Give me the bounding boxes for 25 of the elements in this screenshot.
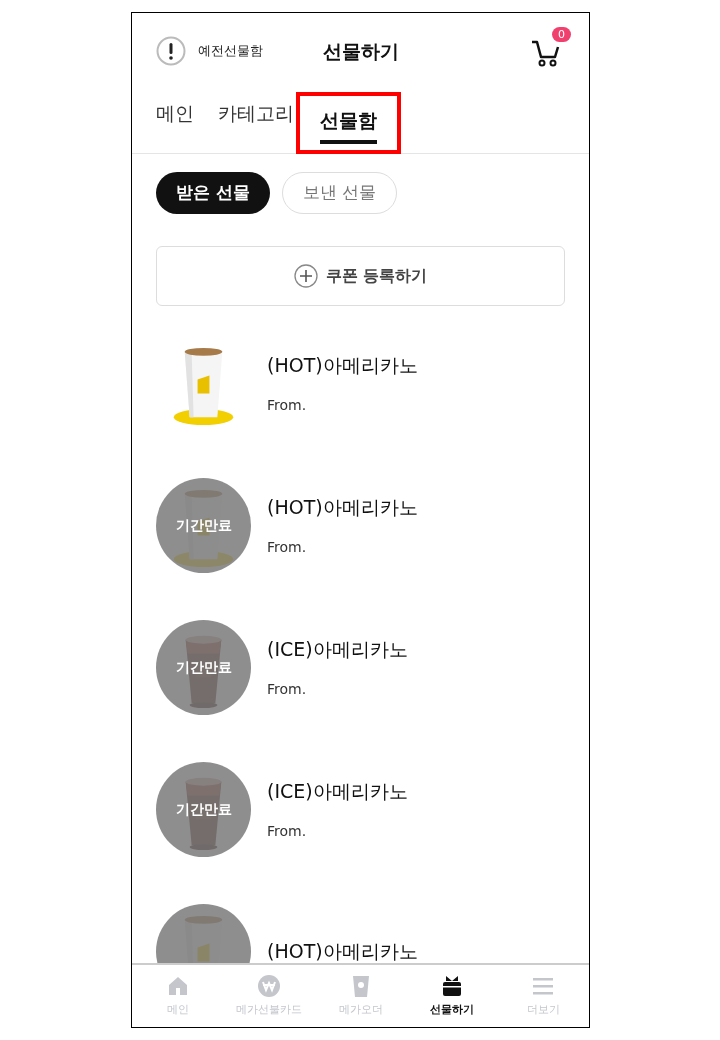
- exclamation-icon[interactable]: [156, 36, 186, 66]
- gift-name[interactable]: (HOT)아메리카노: [267, 937, 418, 963]
- won-coin-icon: [257, 973, 282, 998]
- tab[interactable]: 카테고리: [218, 98, 294, 127]
- sender-label: From.: [267, 538, 308, 558]
- tab[interactable]: 선물함: [320, 105, 377, 144]
- gift-name[interactable]: (HOT)아메리카노: [267, 350, 418, 380]
- nav-item[interactable]: 선물하기: [406, 965, 498, 1027]
- plus-icon: [293, 264, 318, 288]
- cart-icon: [531, 39, 561, 67]
- tab[interactable]: 메인: [156, 98, 194, 127]
- cart-count-badge: 0: [552, 27, 571, 42]
- status-label: 기간만료: [174, 658, 233, 677]
- gift-name[interactable]: (ICE)아메리카노: [267, 776, 408, 806]
- coupon-register-button[interactable]: 쿠폰 등록하기: [156, 246, 565, 306]
- gift-name[interactable]: (ICE)아메리카노: [267, 634, 408, 664]
- sender-label: From.: [267, 822, 308, 842]
- gift-name[interactable]: (HOT)아메리카노: [267, 492, 418, 522]
- status-label: 기간만료: [174, 800, 233, 819]
- page-title: 선물하기: [322, 38, 399, 64]
- sender-label: From.: [267, 680, 308, 700]
- old-gift-box-link[interactable]: 예전선물함: [198, 41, 263, 61]
- filter-chip[interactable]: 받은 선물: [156, 172, 270, 214]
- status-label: 기간만료: [174, 516, 233, 535]
- sender-label: From.: [267, 396, 308, 416]
